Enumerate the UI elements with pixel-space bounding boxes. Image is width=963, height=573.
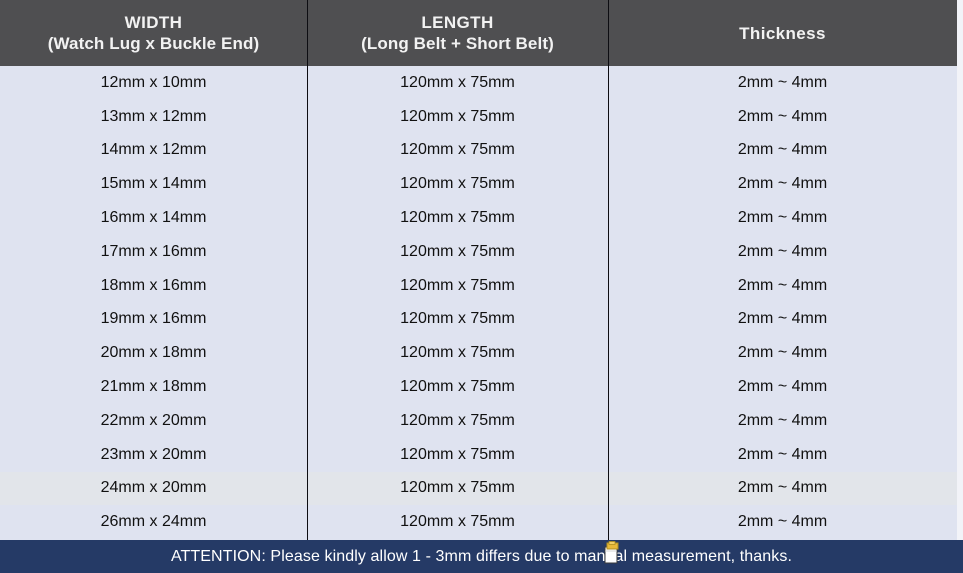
cell-length: 120mm x 75mm	[400, 141, 515, 159]
cell-width: 12mm x 10mm	[100, 73, 207, 91]
table-row[interactable]: 16mm x 14mm 120mm x 75mm 2mm ~ 4mm	[0, 201, 957, 235]
table-row[interactable]: 19mm x 16mm 120mm x 75mm 2mm ~ 4mm	[0, 303, 957, 337]
cell-thickness: 2mm ~ 4mm	[737, 73, 828, 91]
cell-thickness: 2mm ~ 4mm	[737, 276, 828, 294]
column-header-length-subtitle: (Long Belt + Short Belt)	[361, 34, 554, 53]
column-header-thickness-title: Thickness	[739, 23, 826, 43]
table-row[interactable]: 20mm x 18mm 120mm x 75mm 2mm ~ 4mm	[0, 336, 957, 370]
cell-width: 16mm x 14mm	[100, 209, 207, 227]
cell-length: 120mm x 75mm	[400, 378, 515, 396]
cell-width: 22mm x 20mm	[100, 411, 207, 429]
column-divider-1	[307, 0, 308, 540]
cell-length: 120mm x 75mm	[400, 242, 515, 260]
cell-thickness: 2mm ~ 4mm	[737, 513, 828, 531]
table-row[interactable]: 18mm x 16mm 120mm x 75mm 2mm ~ 4mm	[0, 269, 957, 303]
column-header-width-title: WIDTH	[124, 13, 183, 32]
cell-width: 15mm x 14mm	[100, 175, 207, 193]
table-row[interactable]: 12mm x 10mm 120mm x 75mm 2mm ~ 4mm	[0, 66, 957, 100]
attention-bar: ATTENTION: Please kindly allow 1 - 3mm d…	[0, 540, 963, 573]
cell-length: 120mm x 75mm	[400, 479, 515, 497]
cell-width: 24mm x 20mm	[100, 479, 207, 497]
attention-text: ATTENTION: Please kindly allow 1 - 3mm d…	[170, 547, 793, 565]
table-row[interactable]: 24mm x 20mm 120mm x 75mm 2mm ~ 4mm	[0, 471, 957, 506]
column-header-length: LENGTH (Long Belt + Short Belt)	[307, 0, 608, 66]
column-header-thickness: Thickness	[608, 0, 957, 66]
cell-thickness: 2mm ~ 4mm	[737, 141, 828, 159]
cell-length: 120mm x 75mm	[400, 411, 515, 429]
cell-thickness: 2mm ~ 4mm	[737, 107, 828, 125]
cell-length: 120mm x 75mm	[400, 344, 515, 362]
cell-width: 17mm x 16mm	[100, 242, 207, 260]
column-header-width-subtitle: (Watch Lug x Buckle End)	[47, 34, 260, 53]
cell-thickness: 2mm ~ 4mm	[737, 175, 828, 193]
table-row[interactable]: 13mm x 12mm 120mm x 75mm 2mm ~ 4mm	[0, 100, 957, 134]
cell-width: 21mm x 18mm	[100, 378, 207, 396]
cell-thickness: 2mm ~ 4mm	[737, 242, 828, 260]
cell-thickness: 2mm ~ 4mm	[737, 378, 828, 396]
cell-width: 20mm x 18mm	[100, 344, 207, 362]
cell-length: 120mm x 75mm	[400, 175, 515, 193]
cell-length: 120mm x 75mm	[400, 209, 515, 227]
table-body: 12mm x 10mm 120mm x 75mm 2mm ~ 4mm 13mm x 1…	[0, 66, 957, 540]
size-chart-page: WIDTH (Watch Lug x Buckle End) LENGTH (L…	[0, 0, 963, 573]
cell-length: 120mm x 75mm	[400, 276, 515, 294]
table-row[interactable]: 14mm x 12mm 120mm x 75mm 2mm ~ 4mm	[0, 134, 957, 168]
column-header-width: WIDTH (Watch Lug x Buckle End)	[0, 0, 307, 66]
table-row[interactable]: 21mm x 18mm 120mm x 75mm 2mm ~ 4mm	[0, 370, 957, 404]
table-row[interactable]: 23mm x 20mm 120mm x 75mm 2mm ~ 4mm	[0, 438, 957, 472]
cell-length: 120mm x 75mm	[400, 513, 515, 531]
cell-length: 120mm x 75mm	[400, 107, 515, 125]
table-row[interactable]: 22mm x 20mm 120mm x 75mm 2mm ~ 4mm	[0, 404, 957, 438]
cell-thickness: 2mm ~ 4mm	[737, 310, 828, 328]
cell-width: 14mm x 12mm	[100, 141, 207, 159]
cell-thickness: 2mm ~ 4mm	[737, 479, 828, 497]
cell-width: 26mm x 24mm	[100, 513, 207, 531]
cell-length: 120mm x 75mm	[400, 310, 515, 328]
table-header-row: WIDTH (Watch Lug x Buckle End) LENGTH (L…	[0, 0, 957, 66]
cell-thickness: 2mm ~ 4mm	[737, 344, 828, 362]
cell-width: 23mm x 20mm	[100, 445, 207, 463]
cell-thickness: 2mm ~ 4mm	[737, 411, 828, 429]
cell-thickness: 2mm ~ 4mm	[737, 209, 828, 227]
cell-length: 120mm x 75mm	[400, 445, 515, 463]
cell-width: 19mm x 16mm	[100, 310, 207, 328]
table-row[interactable]: 17mm x 16mm 120mm x 75mm 2mm ~ 4mm	[0, 235, 957, 269]
cell-thickness: 2mm ~ 4mm	[737, 445, 828, 463]
cell-length: 120mm x 75mm	[400, 73, 515, 91]
column-header-length-title: LENGTH	[421, 13, 494, 32]
table-row[interactable]: 15mm x 14mm 120mm x 75mm 2mm ~ 4mm	[0, 167, 957, 201]
right-edge-strip	[957, 0, 963, 540]
cell-width: 13mm x 12mm	[100, 107, 207, 125]
table-row[interactable]: 26mm x 24mm 120mm x 75mm 2mm ~ 4mm	[0, 505, 957, 539]
column-divider-2	[608, 0, 609, 540]
cell-width: 18mm x 16mm	[100, 276, 207, 294]
